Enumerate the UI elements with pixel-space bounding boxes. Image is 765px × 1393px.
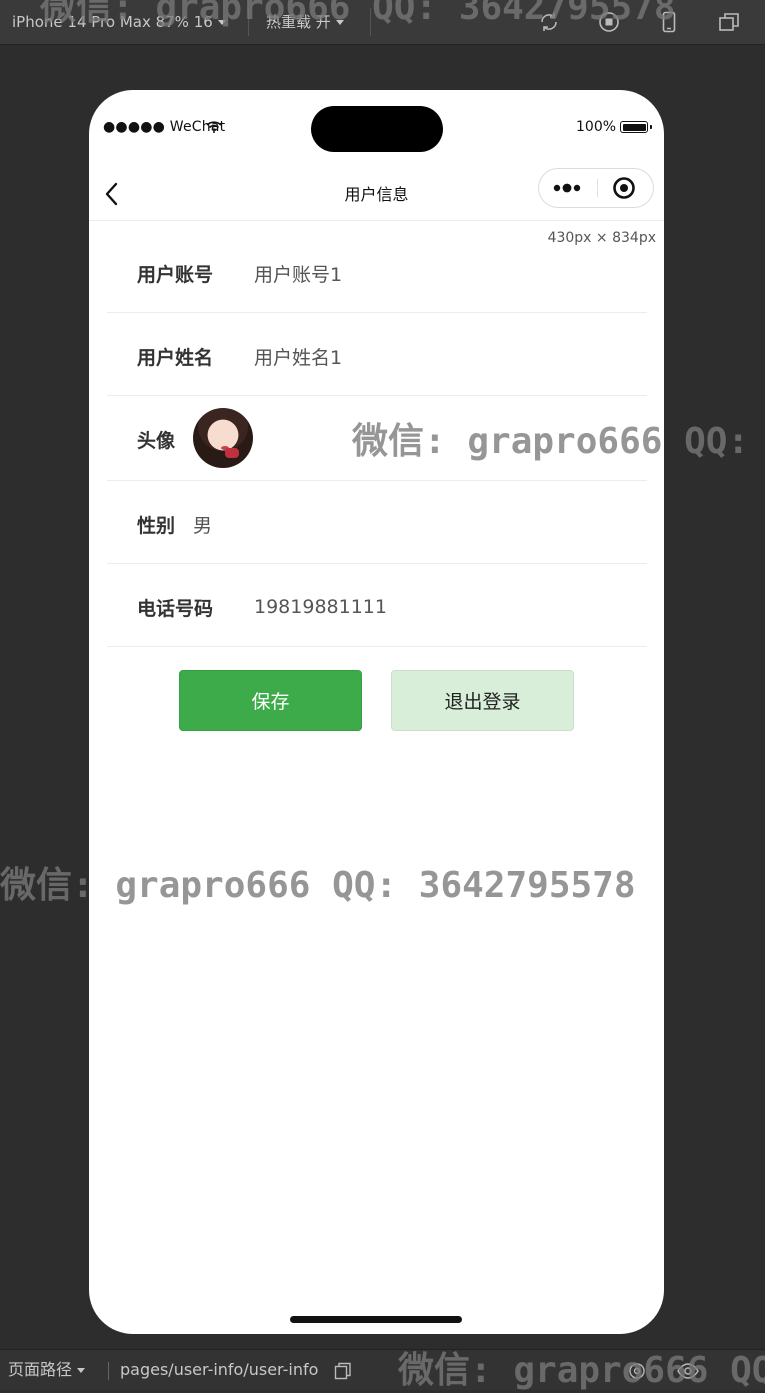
page-path-value: pages/user-info/user-info <box>120 1360 319 1379</box>
stop-icon[interactable] <box>597 10 621 34</box>
statusbar-divider <box>108 1362 109 1380</box>
devtools-statusbar: 页面路径 pages/user-info/user-info <box>0 1349 765 1390</box>
save-button[interactable]: 保存 <box>179 670 362 731</box>
avatar-label: 头像 <box>137 430 176 452</box>
copy-icon[interactable] <box>334 1362 352 1380</box>
toolbar-divider <box>370 8 371 36</box>
account-label: 用户账号 <box>137 264 214 286</box>
device-label: iPhone 14 Pro Max 87% 16 <box>12 13 213 31</box>
chevron-down-icon <box>217 20 226 25</box>
hot-reload-select[interactable]: 热重载 开 <box>266 0 344 44</box>
chevron-down-icon <box>335 20 344 25</box>
avatar[interactable] <box>193 408 253 468</box>
user-info-form: 用户账号 用户姓名 头像 性别 男 电话号码 <box>107 230 647 647</box>
toolbar-divider <box>248 8 249 36</box>
status-bar: ●●●●● WeChat 100% <box>89 90 664 168</box>
name-label: 用户姓名 <box>137 347 214 369</box>
menu-capsule <box>538 168 654 208</box>
logout-button[interactable]: 退出登录 <box>391 670 574 731</box>
devtools-toolbar: iPhone 14 Pro Max 87% 16 热重载 开 <box>0 0 765 45</box>
gender-row: 性别 男 <box>107 481 647 564</box>
nav-bar: 用户信息 <box>89 168 664 221</box>
window-icon[interactable] <box>717 10 741 34</box>
gender-label: 性别 <box>137 515 176 537</box>
device-select[interactable]: iPhone 14 Pro Max 87% 16 <box>12 0 226 44</box>
eye-icon[interactable] <box>676 1360 700 1382</box>
hot-reload-label: 热重载 开 <box>266 13 331 31</box>
chevron-down-icon <box>77 1368 86 1373</box>
home-indicator <box>290 1316 462 1323</box>
phone-label: 电话号码 <box>137 598 214 620</box>
more-dots-icon[interactable] <box>539 169 597 207</box>
battery-percent: 100% <box>576 119 617 135</box>
dynamic-island <box>311 106 443 152</box>
wifi-icon <box>206 121 222 133</box>
battery-icon <box>620 121 652 133</box>
phone-input[interactable] <box>254 594 614 620</box>
avatar-detail <box>225 448 239 458</box>
phone-simulator: ●●●●● WeChat 100% 用户信息 430px × 834px 用户账… <box>89 90 664 1334</box>
phone-icon[interactable] <box>657 10 681 34</box>
account-input[interactable] <box>254 260 614 286</box>
gender-value[interactable]: 男 <box>193 511 212 538</box>
avatar-row: 头像 <box>107 396 647 481</box>
refresh-icon[interactable] <box>537 10 561 34</box>
page-path-label: 页面路径 <box>8 1360 73 1379</box>
close-circle-icon[interactable] <box>598 169 654 207</box>
account-row: 用户账号 <box>107 230 647 313</box>
page-path-select[interactable]: 页面路径 <box>8 1350 86 1390</box>
name-input[interactable] <box>254 343 614 369</box>
phone-row: 电话号码 <box>107 564 647 647</box>
name-row: 用户姓名 <box>107 313 647 396</box>
settings-icon[interactable] <box>626 1360 648 1382</box>
action-buttons: 保存 退出登录 <box>89 670 664 732</box>
